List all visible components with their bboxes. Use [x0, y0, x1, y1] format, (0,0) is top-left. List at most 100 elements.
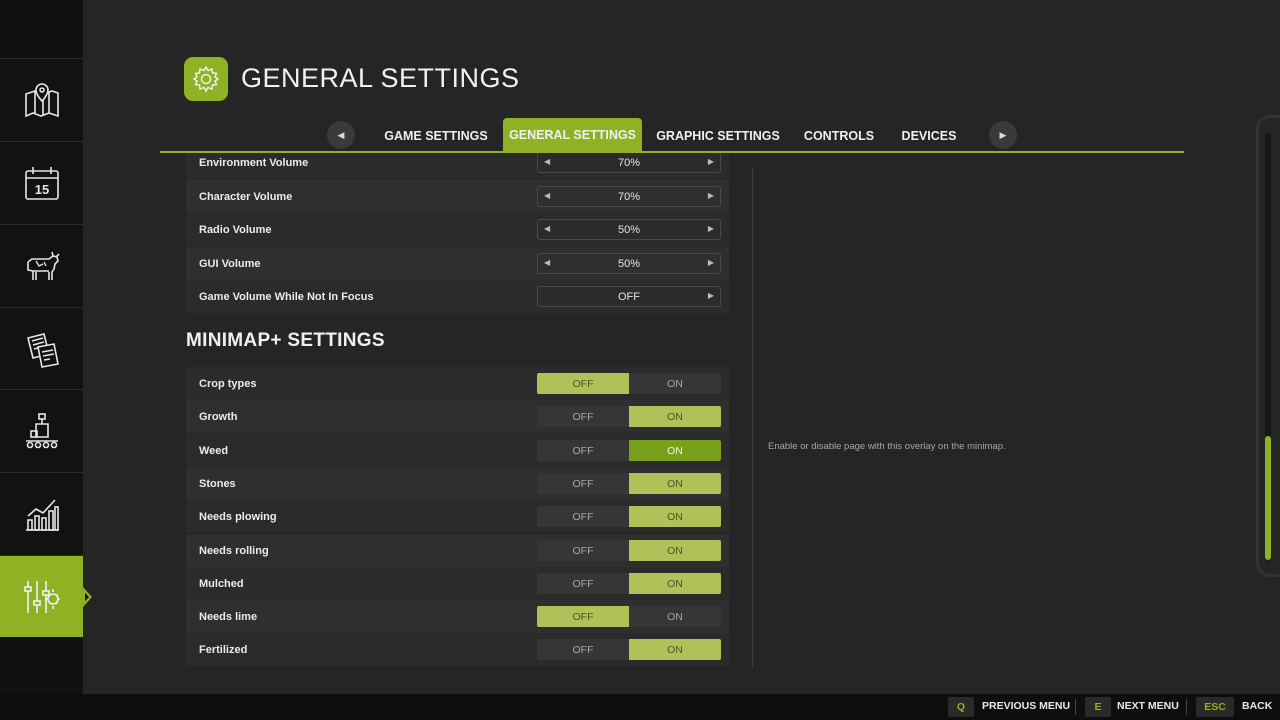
on-off-toggle[interactable]: OFF ON: [537, 440, 721, 461]
toggle-on-option[interactable]: ON: [629, 639, 721, 660]
selector-value: 70%: [617, 190, 641, 203]
sidebar-item-production[interactable]: [0, 389, 83, 471]
scrollbar-thumb[interactable]: [1265, 436, 1271, 560]
back-label[interactable]: BACK: [1242, 700, 1272, 712]
on-off-toggle[interactable]: OFF ON: [537, 373, 721, 394]
setting-label: Character Volume: [199, 190, 293, 203]
toggle-off-option[interactable]: OFF: [537, 406, 629, 427]
toggle-off-option[interactable]: OFF: [537, 639, 629, 660]
on-off-toggle[interactable]: OFF ON: [537, 406, 721, 427]
on-off-toggle[interactable]: OFF ON: [537, 606, 721, 627]
toggle-on-option[interactable]: ON: [629, 573, 721, 594]
value-selector[interactable]: ◀ 50% ▶: [537, 219, 721, 240]
setting-description: Enable or disable page with this overlay…: [768, 441, 1006, 452]
value-selector[interactable]: ◀ 70% ▶: [537, 153, 721, 173]
setting-row-needs-plowing: Needs plowing OFF ON: [186, 500, 729, 533]
sidebar: 15: [0, 0, 92, 694]
toggle-off-option[interactable]: OFF: [537, 573, 629, 594]
footer-separator: [1075, 699, 1076, 715]
setting-label: Crop types: [199, 377, 257, 390]
tab-graphic-settings[interactable]: GRAPHIC SETTINGS: [651, 119, 785, 152]
value-selector[interactable]: ◀ 50% ▶: [537, 253, 721, 274]
tab-prev-button[interactable]: ◀: [327, 121, 355, 149]
key-esc-badge[interactable]: ESC: [1196, 697, 1234, 717]
next-menu-label[interactable]: NEXT MENU: [1117, 700, 1179, 712]
on-off-toggle[interactable]: OFF ON: [537, 540, 721, 561]
setting-label: Weed: [199, 444, 229, 457]
previous-menu-label[interactable]: PREVIOUS MENU: [982, 700, 1070, 712]
page-title: GENERAL SETTINGS: [241, 63, 520, 93]
setting-row-radio-volume: Radio Volume ◀ 50% ▶: [186, 213, 729, 246]
toggle-on-option[interactable]: ON: [629, 506, 721, 527]
setting-row-character-volume: Character Volume ◀ 70% ▶: [186, 180, 729, 213]
sidebar-item-calendar[interactable]: 15: [0, 141, 83, 223]
toggle-off-option[interactable]: OFF: [537, 606, 629, 627]
selector-value: OFF: [618, 290, 640, 303]
setting-label: Radio Volume: [199, 223, 272, 236]
arrow-right-icon[interactable]: ▶: [708, 191, 714, 200]
setting-label: Environment Volume: [199, 156, 309, 169]
section-title-minimap: MINIMAP+ SETTINGS: [186, 330, 385, 351]
value-selector[interactable]: ◀ 70% ▶: [537, 186, 721, 207]
toggle-on-option[interactable]: ON: [629, 473, 721, 494]
tab-controls[interactable]: CONTROLS: [796, 119, 882, 152]
on-off-toggle[interactable]: OFF ON: [537, 473, 721, 494]
on-off-toggle[interactable]: OFF ON: [537, 506, 721, 527]
selector-value: 70%: [617, 156, 641, 169]
value-selector[interactable]: OFF ▶: [537, 286, 721, 307]
setting-row-growth: Growth OFF ON: [186, 400, 729, 433]
toggle-on-option[interactable]: ON: [629, 406, 721, 427]
calendar-icon: 15: [24, 166, 59, 200]
toggle-off-option[interactable]: OFF: [537, 473, 629, 494]
toggle-on-option[interactable]: ON: [629, 373, 721, 394]
tab-game-settings[interactable]: GAME SETTINGS: [378, 119, 494, 152]
toggle-on-option[interactable]: ON: [629, 606, 721, 627]
toggle-off-option[interactable]: OFF: [537, 506, 629, 527]
toggle-on-option[interactable]: ON: [629, 540, 721, 561]
arrow-left-icon[interactable]: ◀: [544, 191, 550, 200]
sidebar-item-contracts[interactable]: [0, 307, 83, 389]
setting-row-mulched: Mulched OFF ON: [186, 567, 729, 600]
sidebar-item-statistics[interactable]: [0, 472, 83, 554]
setting-label: Growth: [199, 410, 238, 423]
contracts-icon: [26, 332, 59, 368]
selector-value: 50%: [617, 223, 641, 236]
selector-value: 50%: [617, 257, 641, 270]
setting-label: GUI Volume: [199, 257, 261, 270]
sidebar-item-animals[interactable]: [0, 224, 83, 306]
toggle-off-option[interactable]: OFF: [537, 440, 629, 461]
calendar-day: 15: [34, 182, 48, 197]
arrow-left-icon[interactable]: ◀: [544, 157, 550, 166]
setting-row-stones: Stones OFF ON: [186, 467, 729, 500]
toggle-off-option[interactable]: OFF: [537, 373, 629, 394]
arrow-right-icon[interactable]: ▶: [708, 258, 714, 267]
setting-row-environment-volume: Environment Volume ◀ 70% ▶: [186, 153, 729, 179]
tab-next-button[interactable]: ▶: [989, 121, 1017, 149]
key-e-badge[interactable]: E: [1085, 697, 1111, 717]
setting-label: Needs plowing: [199, 510, 277, 523]
arrow-right-icon[interactable]: ▶: [708, 291, 714, 300]
toggle-on-option[interactable]: ON: [629, 440, 721, 461]
arrow-right-icon[interactable]: ▶: [708, 224, 714, 233]
setting-label: Needs rolling: [199, 544, 269, 557]
setting-label: Fertilized: [199, 643, 248, 656]
map-pin-icon: [24, 82, 59, 117]
gear-icon: [192, 65, 220, 93]
tab-general-settings[interactable]: GENERAL SETTINGS: [503, 118, 642, 152]
tab-bar: ◀ GAME SETTINGS GENERAL SETTINGS GRAPHIC…: [160, 115, 1184, 155]
sidebar-item-settings[interactable]: [0, 555, 92, 637]
setting-label: Needs lime: [199, 610, 258, 623]
arrow-left-icon[interactable]: ◀: [544, 258, 550, 267]
active-indicator-dot: [85, 593, 89, 601]
statistics-icon: [25, 498, 59, 531]
setting-label: Game Volume While Not In Focus: [199, 290, 374, 303]
tab-devices[interactable]: DEVICES: [892, 119, 966, 152]
production-icon: [25, 412, 58, 448]
arrow-right-icon[interactable]: ▶: [708, 157, 714, 166]
on-off-toggle[interactable]: OFF ON: [537, 573, 721, 594]
key-q-badge[interactable]: Q: [948, 697, 974, 717]
on-off-toggle[interactable]: OFF ON: [537, 639, 721, 660]
arrow-left-icon[interactable]: ◀: [544, 224, 550, 233]
toggle-off-option[interactable]: OFF: [537, 540, 629, 561]
sidebar-item-map[interactable]: [0, 58, 83, 140]
